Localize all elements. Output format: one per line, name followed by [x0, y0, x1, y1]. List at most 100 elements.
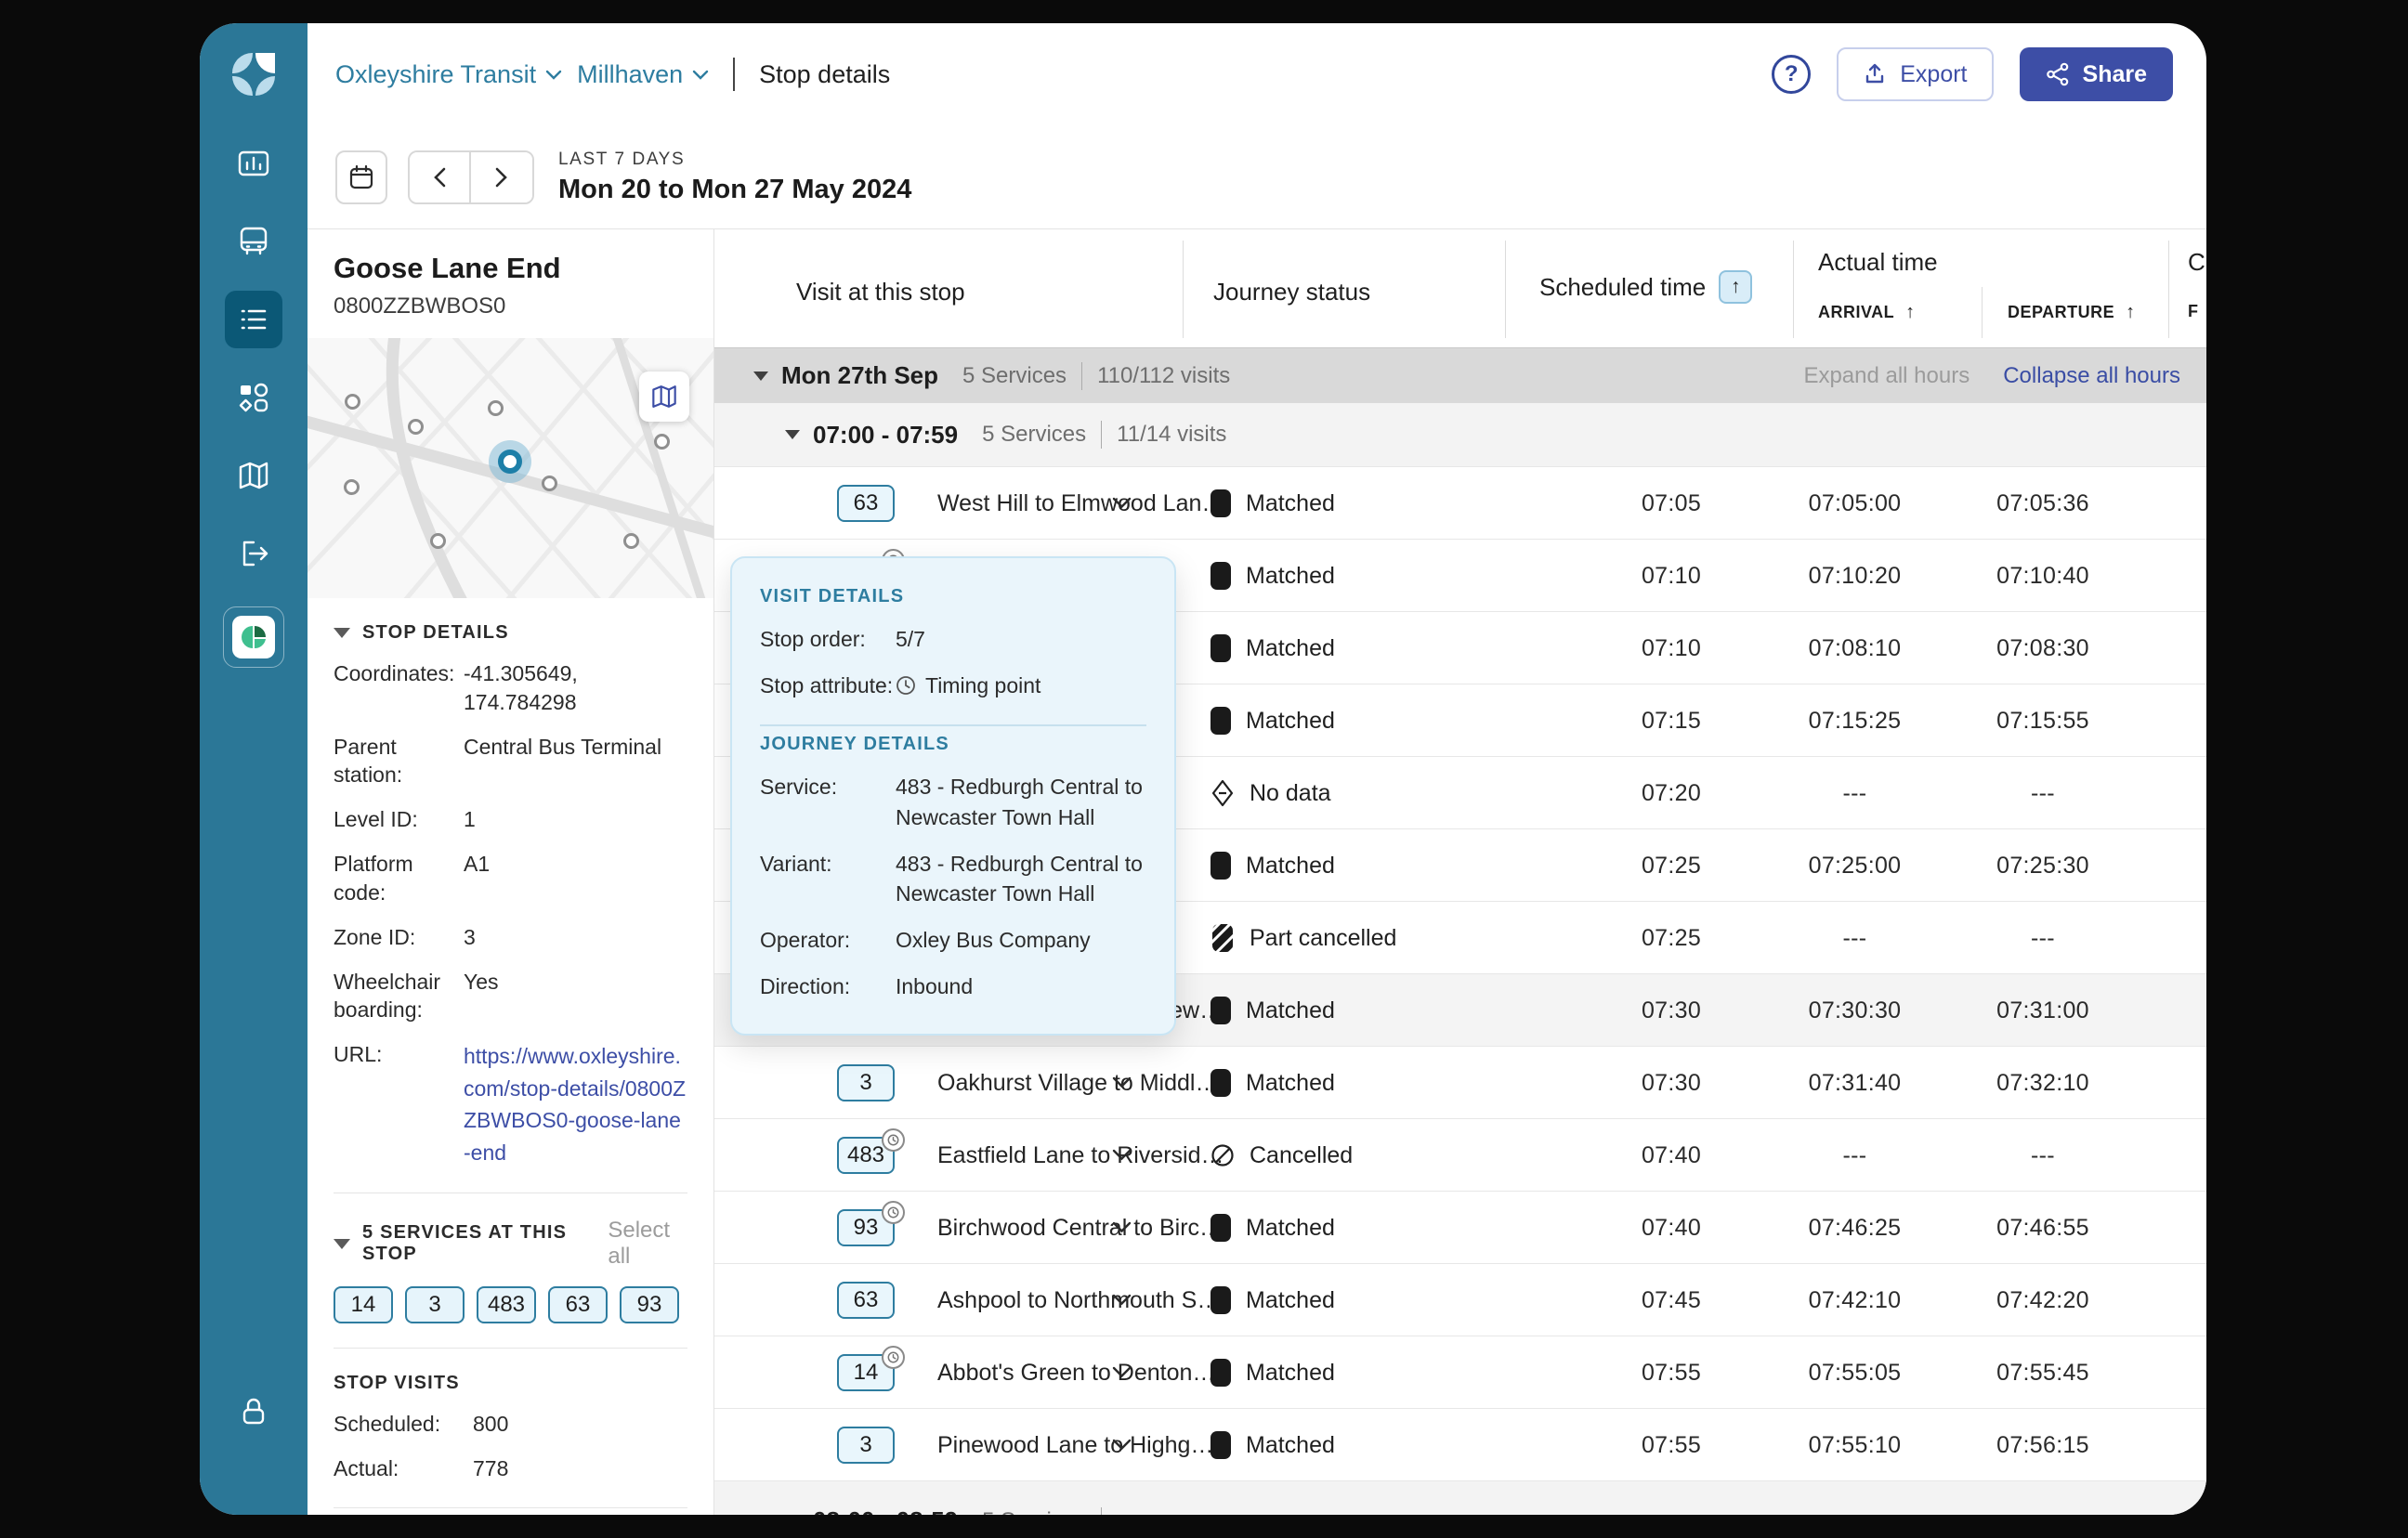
map-stop-marker[interactable] [488, 400, 504, 416]
part-cancelled-icon [1211, 923, 1235, 953]
chevron-down-icon[interactable] [1112, 1221, 1132, 1238]
export-button[interactable]: Export [1837, 47, 1993, 101]
service-chip[interactable]: 14 [334, 1286, 393, 1323]
map-stop-marker[interactable] [344, 479, 360, 495]
route-name: Pinewood Lane to Highg… [937, 1432, 1213, 1459]
tooltip-label: Stop order: [760, 624, 896, 654]
departure-time-value: 07:08:30 [1936, 635, 2150, 662]
hour-group-title: 08:00 - 08:59 [813, 1506, 958, 1515]
breadcrumb-region[interactable]: Millhaven [577, 60, 709, 89]
chevron-down-icon[interactable] [1112, 1294, 1132, 1310]
chevron-down-icon[interactable] [1112, 1366, 1132, 1383]
tooltip-row: Direction: Inbound [760, 971, 1146, 1001]
help-button[interactable]: ? [1772, 55, 1811, 94]
table-row[interactable]: 483 Eastfield Lane to Riversid… [714, 1118, 2206, 1191]
tooltip-value: Oxley Bus Company [896, 925, 1146, 955]
sidebar-item-map[interactable] [225, 447, 282, 504]
selected-stop-marker[interactable] [498, 450, 522, 474]
next-hour-group-row-clipped[interactable]: 08:00 - 08:59 5 Services [714, 1480, 2206, 1515]
map-stop-marker[interactable] [542, 476, 557, 491]
service-chip[interactable]: 63 [548, 1286, 608, 1323]
date-group-row[interactable]: Mon 27th Sep 5 Services 110/112 visits E… [714, 347, 2206, 403]
column-divider [1982, 287, 1983, 338]
sort-arrival-button[interactable]: ↑ [1905, 302, 1916, 323]
journey-status: Matched [1211, 1210, 1335, 1245]
chevron-down-icon[interactable] [1112, 1076, 1132, 1093]
table-row[interactable]: 93 Birchwood Central to Birc… [714, 1191, 2206, 1263]
route-name: Birchwood Central to Birc… [937, 1215, 1223, 1242]
table-row[interactable]: 14 Abbot's Green to Denton… [714, 1336, 2206, 1408]
chevron-down-icon[interactable] [1112, 1439, 1132, 1455]
column-divider [1183, 241, 1184, 338]
map-icon [650, 383, 678, 411]
journey-status-label: Matched [1246, 853, 1335, 880]
table-row[interactable]: 63 West Hill to Elmwood Lan… [714, 466, 2206, 539]
service-chip[interactable]: 93 [620, 1286, 679, 1323]
select-all-link[interactable]: Select all [608, 1218, 687, 1270]
arrival-time-value: 07:55:10 [1746, 1432, 1964, 1459]
tooltip-divider [760, 724, 1146, 726]
chevron-down-icon[interactable] [1112, 497, 1132, 514]
sidebar-item-lock[interactable] [237, 1395, 270, 1433]
detail-row: Zone ID: 3 [334, 923, 687, 952]
breadcrumb-app[interactable]: Oxleyshire Transit [335, 60, 562, 89]
app-logo [232, 53, 275, 96]
column-clipped-sub: F [2188, 302, 2199, 321]
service-badge: 14 [837, 1354, 895, 1391]
share-icon [2046, 62, 2070, 86]
map-stop-marker[interactable] [430, 533, 446, 549]
map-stop-marker[interactable] [345, 394, 360, 410]
map-stop-marker[interactable] [408, 419, 424, 435]
visits-label: Actual: [334, 1454, 473, 1483]
next-period-button[interactable] [471, 152, 532, 202]
service-chip[interactable]: 3 [405, 1286, 465, 1323]
table-row[interactable]: 3 Oakhurst Village to Middl… [714, 1046, 2206, 1118]
sidebar-item-dashboard[interactable] [225, 135, 282, 192]
app-window: Oxleyshire Transit Millhaven Stop detail… [200, 23, 2206, 1515]
expand-all-hours-link[interactable]: Expand all hours [1803, 363, 1970, 389]
stop-map[interactable] [308, 338, 713, 598]
sidebar-item-stop-details[interactable] [225, 291, 282, 348]
sort-departure-button[interactable]: ↑ [2126, 302, 2136, 323]
chevron-down-icon [545, 70, 562, 80]
services-header[interactable]: 5 SERVICES AT THIS STOP Select all [334, 1218, 687, 1270]
partner-app-badge[interactable] [223, 606, 284, 668]
journey-status: Matched [1211, 486, 1335, 521]
detail-row: Level ID: 1 [334, 805, 687, 834]
visit-details-tooltip: VISIT DETAILS Stop order: 5/7 Stop attri… [730, 556, 1176, 1036]
table-row[interactable]: 63 Ashpool to Northmouth S… [714, 1263, 2206, 1336]
stop-details-header[interactable]: STOP DETAILS [334, 622, 687, 644]
chevron-down-icon[interactable] [1112, 1149, 1132, 1166]
journey-status: Matched [1211, 703, 1335, 738]
detail-row: Wheelchair boarding: Yes [334, 968, 687, 1025]
sort-scheduled-button[interactable]: ↑ [1719, 270, 1752, 304]
sidebar-item-logout[interactable] [225, 525, 282, 582]
map-stop-marker[interactable] [623, 533, 639, 549]
departure-label: DEPARTURE [2008, 303, 2114, 322]
calendar-button[interactable] [335, 150, 387, 204]
map-stop-marker[interactable] [654, 434, 670, 450]
prev-period-button[interactable] [410, 152, 471, 202]
arrival-time-value: 07:55:05 [1746, 1360, 1964, 1387]
expand-map-button[interactable] [639, 371, 689, 422]
hour-group-meta: 5 Services 11/14 visits [982, 421, 1226, 449]
service-chip[interactable]: 483 [477, 1286, 536, 1323]
meta-divider [1101, 421, 1102, 449]
departure-time-value: --- [1936, 925, 2150, 952]
stop-url-link[interactable]: https://www.oxleyshire.com/stop-details/… [464, 1044, 686, 1165]
share-button[interactable]: Share [2020, 47, 2173, 101]
sidebar-item-widgets[interactable] [225, 369, 282, 426]
tooltip-row: Service: 483 - Redburgh Central to Newca… [760, 772, 1146, 831]
sidebar-item-vehicles[interactable] [225, 213, 282, 270]
journey-status: Matched [1211, 993, 1335, 1028]
content: Oxleyshire Transit Millhaven Stop detail… [308, 23, 2206, 1515]
journey-status: Part cancelled [1211, 920, 1396, 956]
services-section: 5 SERVICES AT THIS STOP Select all 14 3 … [334, 1218, 687, 1323]
column-scheduled-time: Scheduled time ↑ [1539, 270, 1752, 304]
departure-time-value: 07:31:00 [1936, 997, 2150, 1024]
table-row[interactable]: 3 Pinewood Lane to Highg… [714, 1408, 2206, 1480]
hour-group-services: 5 Services [982, 422, 1086, 448]
collapse-all-hours-link[interactable]: Collapse all hours [2003, 363, 2180, 389]
hour-group-row[interactable]: 07:00 - 07:59 5 Services 11/14 visits [714, 403, 2206, 466]
date-group-visits: 110/112 visits [1097, 363, 1230, 389]
